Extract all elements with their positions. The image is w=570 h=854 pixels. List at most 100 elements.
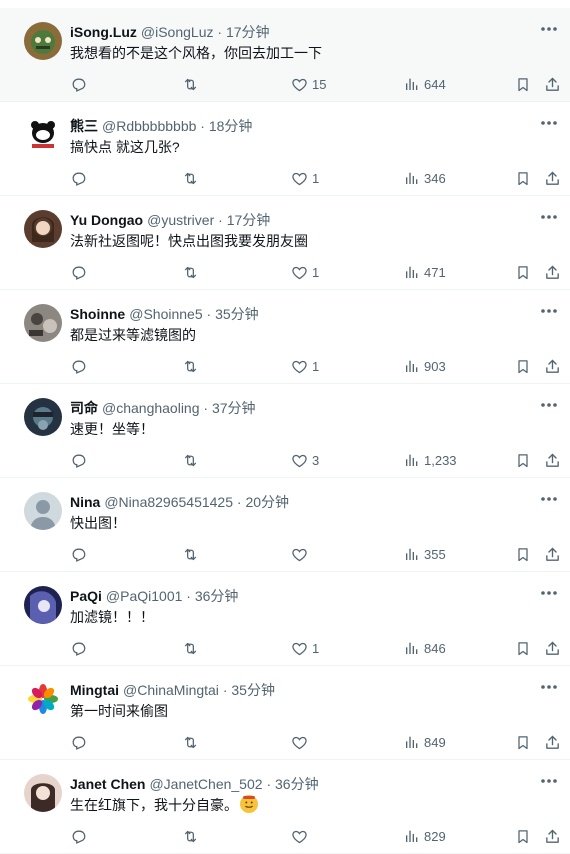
avatar[interactable]: [24, 492, 62, 530]
retweet-button[interactable]: [181, 167, 200, 189]
like-button[interactable]: [291, 543, 312, 565]
display-name[interactable]: 司命: [70, 400, 98, 416]
avatar[interactable]: [24, 680, 62, 718]
tweet-row[interactable]: Yu Dongao @yustriver · 17分钟 法新社返图呢！快点出图我要…: [0, 196, 570, 290]
retweet-button[interactable]: [181, 261, 200, 283]
views-button[interactable]: 471: [404, 261, 446, 283]
tweet-row[interactable]: PaQi @PaQi1001 · 36分钟 加滤镜！！！ 1 846: [0, 572, 570, 666]
user-handle[interactable]: @Shoinne5: [129, 306, 202, 322]
avatar[interactable]: [24, 22, 62, 60]
display-name[interactable]: Shoinne: [70, 306, 125, 322]
bookmark-button[interactable]: [515, 449, 531, 471]
share-button[interactable]: [544, 637, 561, 659]
like-button[interactable]: 15: [291, 73, 326, 95]
views-button[interactable]: 903: [404, 355, 446, 377]
timestamp[interactable]: 17分钟: [227, 212, 271, 228]
bookmark-button[interactable]: [515, 167, 531, 189]
timestamp[interactable]: 36分钟: [275, 776, 319, 792]
bookmark-button[interactable]: [515, 825, 531, 847]
tweet-row[interactable]: Shoinne @Shoinne5 · 35分钟 都是过来等滤镜图的 1 903: [0, 290, 570, 384]
share-button[interactable]: [544, 355, 561, 377]
like-button[interactable]: [291, 731, 312, 753]
bookmark-button[interactable]: [515, 73, 531, 95]
avatar[interactable]: [24, 210, 62, 248]
like-button[interactable]: [291, 825, 312, 847]
tweet-row[interactable]: iSong.Luz @iSongLuz · 17分钟 我想看的不是这个风格，你回去…: [0, 8, 570, 102]
retweet-button[interactable]: [181, 449, 200, 471]
more-icon[interactable]: [538, 114, 560, 132]
bookmark-button[interactable]: [515, 731, 531, 753]
share-button[interactable]: [544, 167, 561, 189]
reply-button[interactable]: [70, 355, 87, 377]
tweet-row[interactable]: Mingtai @ChinaMingtai · 35分钟 第一时间来偷图 849: [0, 666, 570, 760]
more-icon[interactable]: [538, 584, 560, 602]
reply-button[interactable]: [70, 825, 87, 847]
reply-button[interactable]: [70, 449, 87, 471]
retweet-button[interactable]: [181, 637, 200, 659]
reply-button[interactable]: [70, 637, 87, 659]
timestamp[interactable]: 17分钟: [226, 24, 270, 40]
views-button[interactable]: 355: [404, 543, 446, 565]
retweet-button[interactable]: [181, 73, 200, 95]
like-button[interactable]: 1: [291, 167, 319, 189]
user-handle[interactable]: @Rdbbbbbbbb: [102, 118, 196, 134]
like-button[interactable]: 3: [291, 449, 319, 471]
display-name[interactable]: PaQi: [70, 588, 102, 604]
views-button[interactable]: 346: [404, 167, 446, 189]
more-icon[interactable]: [538, 20, 560, 38]
like-button[interactable]: 1: [291, 637, 319, 659]
views-button[interactable]: 849: [404, 731, 446, 753]
user-handle[interactable]: @yustriver: [147, 212, 214, 228]
reply-button[interactable]: [70, 261, 87, 283]
retweet-button[interactable]: [181, 543, 200, 565]
display-name[interactable]: Mingtai: [70, 682, 119, 698]
views-button[interactable]: 846: [404, 637, 446, 659]
more-icon[interactable]: [538, 302, 560, 320]
share-button[interactable]: [544, 825, 561, 847]
more-icon[interactable]: [538, 678, 560, 696]
avatar[interactable]: [24, 586, 62, 624]
avatar[interactable]: [24, 774, 62, 812]
timestamp[interactable]: 35分钟: [215, 306, 259, 322]
share-button[interactable]: [544, 543, 561, 565]
share-button[interactable]: [544, 73, 561, 95]
share-button[interactable]: [544, 449, 561, 471]
display-name[interactable]: Yu Dongao: [70, 212, 143, 228]
bookmark-button[interactable]: [515, 355, 531, 377]
display-name[interactable]: iSong.Luz: [70, 24, 137, 40]
views-button[interactable]: 644: [404, 73, 446, 95]
user-handle[interactable]: @iSongLuz: [141, 24, 214, 40]
bookmark-button[interactable]: [515, 261, 531, 283]
share-button[interactable]: [544, 261, 561, 283]
reply-button[interactable]: [70, 731, 87, 753]
display-name[interactable]: Janet Chen: [70, 776, 145, 792]
views-button[interactable]: 829: [404, 825, 446, 847]
display-name[interactable]: 熊三: [70, 118, 98, 134]
views-button[interactable]: 1,233: [404, 449, 457, 471]
user-handle[interactable]: @ChinaMingtai: [123, 682, 219, 698]
tweet-row[interactable]: Janet Chen @JanetChen_502 · 36分钟 生在红旗下，我十…: [0, 760, 570, 854]
share-button[interactable]: [544, 731, 561, 753]
tweet-row[interactable]: Nina @Nina82965451425 · 20分钟 快出图！ 355: [0, 478, 570, 572]
display-name[interactable]: Nina: [70, 494, 100, 510]
reply-button[interactable]: [70, 73, 87, 95]
retweet-button[interactable]: [181, 825, 200, 847]
timestamp[interactable]: 37分钟: [212, 400, 256, 416]
user-handle[interactable]: @PaQi1001: [106, 588, 182, 604]
timestamp[interactable]: 18分钟: [209, 118, 253, 134]
bookmark-button[interactable]: [515, 543, 531, 565]
bookmark-button[interactable]: [515, 637, 531, 659]
retweet-button[interactable]: [181, 355, 200, 377]
timestamp[interactable]: 20分钟: [245, 494, 289, 510]
timestamp[interactable]: 36分钟: [195, 588, 239, 604]
more-icon[interactable]: [538, 490, 560, 508]
like-button[interactable]: 1: [291, 261, 319, 283]
tweet-row[interactable]: 司命 @changhaoling · 37分钟 速更！坐等！ 3 1,233: [0, 384, 570, 478]
more-icon[interactable]: [538, 208, 560, 226]
reply-button[interactable]: [70, 167, 87, 189]
tweet-row[interactable]: 熊三 @Rdbbbbbbbb · 18分钟 搞快点 就这几张? 1 346: [0, 102, 570, 196]
user-handle[interactable]: @JanetChen_502: [149, 776, 262, 792]
avatar[interactable]: [24, 116, 62, 154]
more-icon[interactable]: [538, 396, 560, 414]
avatar[interactable]: [24, 398, 62, 436]
